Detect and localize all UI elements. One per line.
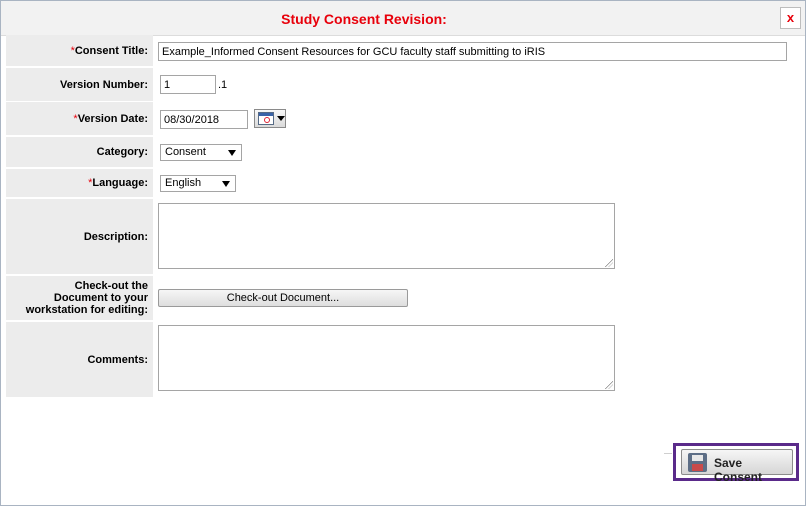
checkout-label-line2: Document to your (53, 292, 148, 304)
checkout-label: Check-out the Document to your workstati… (6, 276, 153, 320)
comments-textarea[interactable] (158, 325, 615, 391)
calendar-button[interactable] (254, 109, 286, 128)
category-select[interactable]: Consent (160, 144, 242, 161)
resize-handle-icon[interactable] (605, 381, 613, 389)
dropdown-arrow-icon (277, 116, 285, 121)
chevron-down-icon (222, 181, 230, 187)
language-selected-value: English (165, 177, 202, 189)
version-number-suffix: .1 (218, 79, 228, 91)
footer-divider (664, 453, 672, 454)
chevron-down-icon (228, 150, 236, 156)
consent-title-label: * Consent Title: (6, 35, 153, 66)
calendar-icon (258, 112, 274, 125)
save-consent-button[interactable]: Save Consent (681, 449, 793, 484)
consent-title-label-text: Consent Title: (74, 44, 148, 57)
language-row: * Language: (6, 169, 801, 197)
language-label: * Language: (6, 169, 153, 197)
dialog-titlebar: Study Consent Revision: x (1, 1, 805, 36)
save-consent-label: Save Consent (714, 456, 762, 484)
version-date-input[interactable] (160, 110, 248, 129)
language-label-text: Language: (92, 177, 148, 189)
checkout-label-line3: workstation for editing: (25, 304, 148, 316)
category-row: Category: (6, 137, 801, 167)
language-select[interactable]: English (160, 175, 236, 192)
version-date-label: * Version Date: (6, 102, 153, 135)
category-label: Category: (6, 137, 153, 167)
category-selected-value: Consent (165, 146, 206, 158)
close-button[interactable]: x (780, 7, 801, 29)
version-number-input[interactable] (160, 75, 216, 94)
checkout-document-button[interactable]: Check-out Document... (158, 289, 408, 307)
version-date-label-text: Version Date: (77, 112, 148, 125)
version-number-row: Version Number: (6, 68, 801, 101)
floppy-disk-icon (688, 453, 707, 472)
dialog-title: Study Consent Revision: (281, 11, 447, 27)
consent-title-input[interactable] (158, 42, 787, 61)
comments-label: Comments: (6, 322, 153, 397)
description-label: Description: (6, 199, 153, 274)
checkout-label-line1: Check-out the (74, 280, 148, 292)
description-textarea[interactable] (158, 203, 615, 269)
resize-handle-icon[interactable] (605, 259, 613, 267)
version-date-row: * Version Date: (6, 102, 801, 135)
version-number-label: Version Number: (6, 68, 153, 101)
